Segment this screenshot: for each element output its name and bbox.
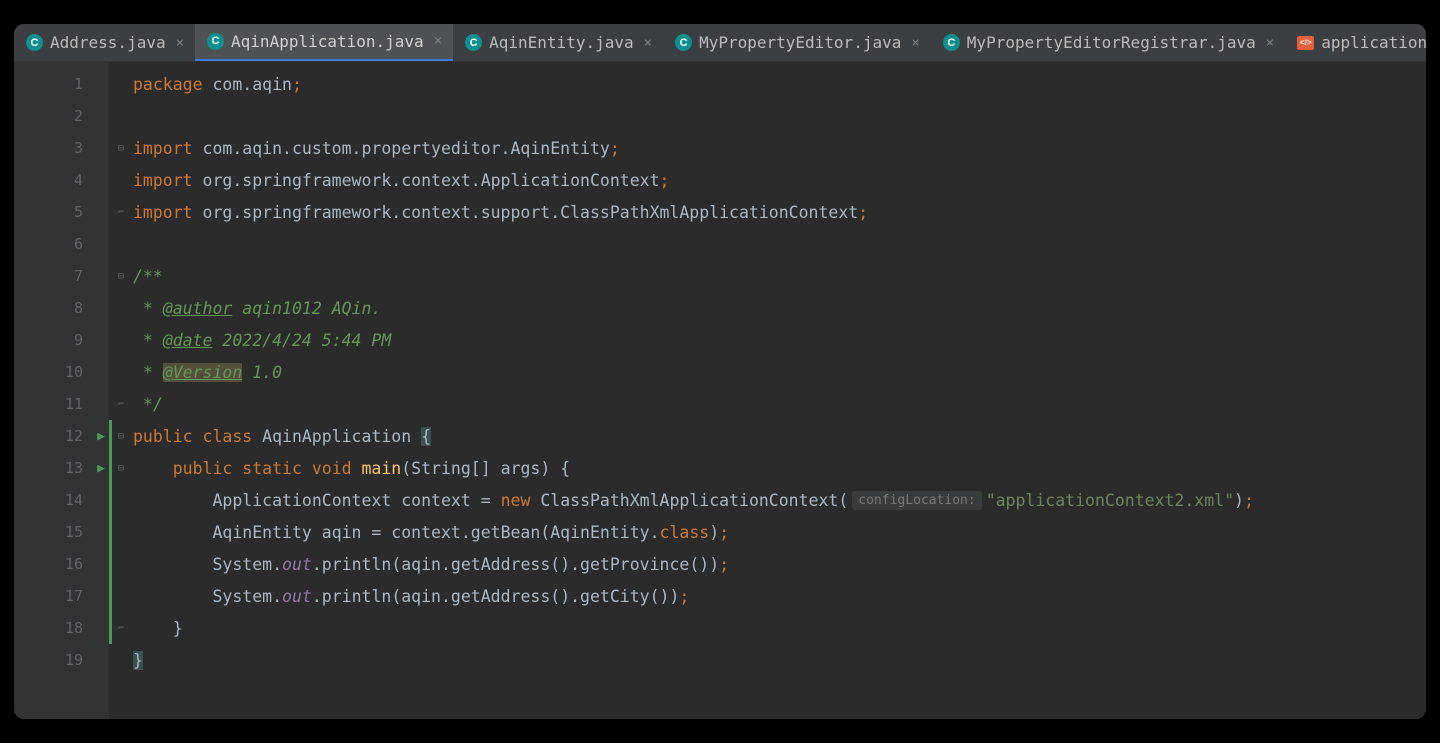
run-icon[interactable] bbox=[97, 429, 105, 444]
line-number: 19 bbox=[14, 644, 109, 676]
code-line: * @date 2022/4/24 5:44 PM bbox=[133, 324, 1426, 356]
tab-my-property-editor[interactable]: C MyPropertyEditor.java × bbox=[663, 24, 931, 62]
line-number: 8 bbox=[14, 292, 109, 324]
line-number: 1 bbox=[14, 68, 109, 100]
line-number: 3 bbox=[14, 132, 109, 164]
line-number: 12 bbox=[14, 420, 109, 452]
line-number: 14 bbox=[14, 484, 109, 516]
line-number: 4 bbox=[14, 164, 109, 196]
code-line: System.out.println(aqin.getAddress().get… bbox=[133, 580, 1426, 612]
code-line: } bbox=[133, 644, 1426, 676]
java-class-icon: C bbox=[675, 34, 692, 51]
tab-label: MyPropertyEditor.java bbox=[699, 33, 901, 52]
line-number: 16 bbox=[14, 548, 109, 580]
tab-aqin-entity[interactable]: C AqinEntity.java × bbox=[453, 24, 663, 62]
code-line: System.out.println(aqin.getAddress().get… bbox=[133, 548, 1426, 580]
code-line: import org.springframework.context.Appli… bbox=[133, 164, 1426, 196]
line-number: 7 bbox=[14, 260, 109, 292]
xml-file-icon: </> bbox=[1297, 36, 1314, 50]
tab-aqin-application[interactable]: C AqinApplication.java × bbox=[195, 24, 453, 62]
fold-end-icon[interactable]: ⌐ bbox=[118, 399, 124, 410]
inline-param-hint: configLocation: bbox=[852, 491, 981, 510]
code-line: import org.springframework.context.suppo… bbox=[133, 196, 1426, 228]
tab-address[interactable]: C Address.java × bbox=[14, 24, 195, 62]
code-line: * @Version 1.0 bbox=[133, 356, 1426, 388]
close-icon[interactable]: × bbox=[1263, 35, 1277, 51]
line-number: 5 bbox=[14, 196, 109, 228]
tab-my-property-editor-registrar[interactable]: C MyPropertyEditorRegistrar.java × bbox=[931, 24, 1285, 62]
line-number: 6 bbox=[14, 228, 109, 260]
fold-column: ⊟ ⌐ ⊟ ⌐ ⊟ ⊟ ⌐ bbox=[113, 62, 129, 719]
line-number: 15 bbox=[14, 516, 109, 548]
fold-handle-icon[interactable]: ⊟ bbox=[118, 143, 124, 154]
editor-body: 1 2 3 4 5 6 7 8 9 10 11 12 13 14 15 16 1… bbox=[14, 62, 1426, 719]
close-icon[interactable]: × bbox=[641, 35, 655, 51]
tab-label: Address.java bbox=[50, 33, 166, 52]
fold-end-icon[interactable]: ⌐ bbox=[118, 623, 124, 634]
java-class-icon: C bbox=[26, 34, 43, 51]
line-number: 11 bbox=[14, 388, 109, 420]
java-class-icon: C bbox=[465, 34, 482, 51]
code-area[interactable]: package com.aqin; import com.aqin.custom… bbox=[129, 62, 1426, 719]
close-icon[interactable]: × bbox=[431, 33, 445, 49]
close-icon[interactable]: × bbox=[173, 35, 187, 51]
line-number: 9 bbox=[14, 324, 109, 356]
java-class-icon: C bbox=[207, 33, 224, 50]
line-number: 10 bbox=[14, 356, 109, 388]
fold-handle-icon[interactable]: ⊟ bbox=[118, 463, 124, 474]
tab-label: MyPropertyEditorRegistrar.java bbox=[967, 33, 1256, 52]
code-line bbox=[133, 100, 1426, 132]
fold-end-icon[interactable]: ⌐ bbox=[118, 207, 124, 218]
run-icon[interactable] bbox=[97, 461, 105, 476]
code-line: /** bbox=[133, 260, 1426, 292]
line-number: 17 bbox=[14, 580, 109, 612]
code-line: } bbox=[133, 612, 1426, 644]
code-line: public static void main(String[] args) { bbox=[133, 452, 1426, 484]
code-line: AqinEntity aqin = context.getBean(AqinEn… bbox=[133, 516, 1426, 548]
editor-window: C Address.java × C AqinApplication.java … bbox=[14, 24, 1426, 719]
code-line: import com.aqin.custom.propertyeditor.Aq… bbox=[133, 132, 1426, 164]
tab-label: applicationContext2.xml bbox=[1321, 33, 1426, 52]
close-icon[interactable]: × bbox=[908, 35, 922, 51]
tab-label: AqinEntity.java bbox=[489, 33, 634, 52]
code-line: public class AqinApplication { bbox=[133, 420, 1426, 452]
code-line bbox=[133, 228, 1426, 260]
fold-handle-icon[interactable]: ⊟ bbox=[118, 271, 124, 282]
tab-bar: C Address.java × C AqinApplication.java … bbox=[14, 24, 1426, 62]
line-number: 18 bbox=[14, 612, 109, 644]
line-number: 13 bbox=[14, 452, 109, 484]
code-line: package com.aqin; bbox=[133, 68, 1426, 100]
tab-application-context-xml[interactable]: </> applicationContext2.xml × bbox=[1285, 24, 1426, 62]
code-line: ApplicationContext context = new ClassPa… bbox=[133, 484, 1426, 516]
java-class-icon: C bbox=[943, 34, 960, 51]
line-number: 2 bbox=[14, 100, 109, 132]
fold-handle-icon[interactable]: ⊟ bbox=[118, 431, 124, 442]
code-line: * @author aqin1012 AQin. bbox=[133, 292, 1426, 324]
line-gutter[interactable]: 1 2 3 4 5 6 7 8 9 10 11 12 13 14 15 16 1… bbox=[14, 62, 109, 719]
code-line: */ bbox=[133, 388, 1426, 420]
tab-label: AqinApplication.java bbox=[231, 32, 424, 51]
